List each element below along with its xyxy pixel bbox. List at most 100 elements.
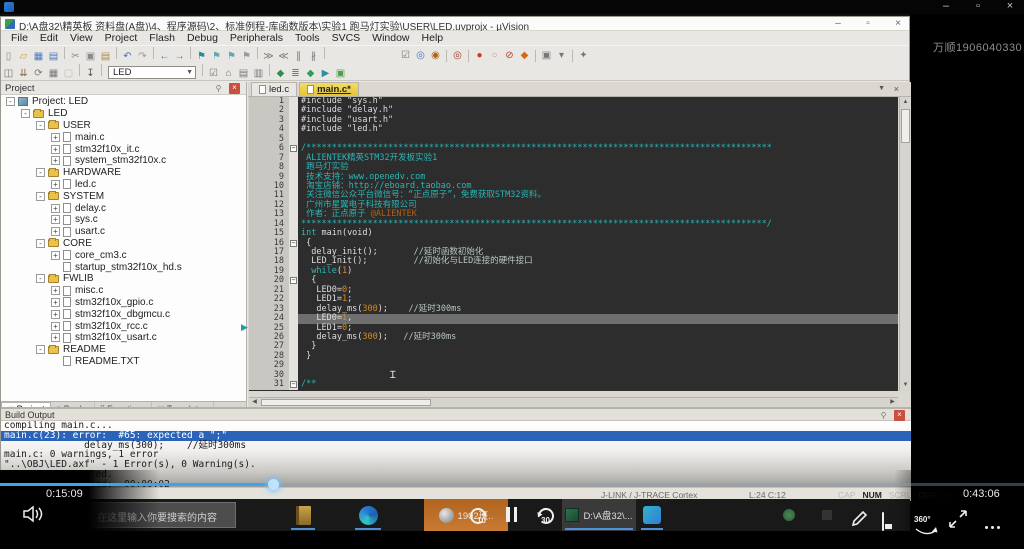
rotate-360-button[interactable]: 360° [914,509,938,536]
tree-item-stm32f10x-gpio-c[interactable]: +stm32f10x_gpio.c [1,297,246,309]
tree-item-hardware[interactable]: -HARDWARE [1,167,246,179]
save-icon[interactable]: ▦ [31,49,46,64]
editor-tab-main.c[interactable]: main.c* [299,82,359,96]
editor-horizontal-scrollbar[interactable]: ◀ ▶ [249,397,898,406]
configure-icon[interactable]: ✦ [576,48,591,63]
tree-expander[interactable]: + [51,333,60,342]
scrollbar-thumb[interactable] [261,399,431,406]
stop-build-icon[interactable]: ▢ [61,66,76,81]
fold-margin[interactable]: − [289,380,298,389]
tree-expander[interactable]: + [51,251,60,260]
bookmark-prev-icon[interactable]: ⚑ [209,49,224,64]
batch-build-icon[interactable]: ▦ [46,66,61,81]
menu-window[interactable]: Window [366,32,415,44]
uncomment-icon[interactable]: ∦ [306,49,321,64]
bookmark-next-icon[interactable]: ⚑ [224,49,239,64]
build-output-close-button[interactable]: × [894,410,905,421]
scrollbar-thumb[interactable] [901,109,910,143]
tree-item-stm32f10x-dbgmcu-c[interactable]: +stm32f10x_dbgmcu.c [1,308,246,320]
tree-item-project-led[interactable]: -Project: LED [1,96,246,108]
fold-collapse-icon[interactable]: − [290,381,297,388]
menu-help[interactable]: Help [416,32,450,44]
tree-expander[interactable]: + [51,322,60,331]
tree-expander[interactable]: + [51,215,60,224]
file-extensions-icon[interactable]: ▤ [236,66,251,81]
select-software-packs-icon[interactable]: ◆ [273,66,288,81]
breakpoint-icon[interactable]: ● [472,48,487,63]
tree-item-system[interactable]: -SYSTEM [1,190,246,202]
tree-expander[interactable]: + [51,286,60,295]
taskbar-item-qq-group[interactable]: 1902班.. [424,499,508,531]
fold-margin[interactable]: − [289,144,298,153]
bookmark-clear-icon[interactable]: ⚑ [239,49,254,64]
comment-icon[interactable]: ∥ [291,49,306,64]
spell-check-icon[interactable]: ☑ [398,48,413,63]
forward-30-button[interactable]: 30 [534,506,556,531]
tree-item-stm32f10x-it-c[interactable]: +stm32f10x_it.c [1,143,246,155]
editor-tab-led.c[interactable]: led.c [251,82,297,96]
rewind-10-button[interactable]: 10 [468,506,490,531]
tree-expander[interactable]: + [51,227,60,236]
pause-button[interactable] [506,507,517,522]
tray-defender-icon[interactable] [783,509,795,521]
find-icon[interactable]: ◎ [413,48,428,63]
seek-bar[interactable] [0,483,1024,486]
menu-svcs[interactable]: SVCS [326,32,367,44]
cut-icon[interactable]: ✂ [68,49,83,64]
taskbar-item-keil[interactable]: D:\A盘32\... [562,499,636,531]
fold-margin[interactable]: − [289,239,298,248]
translate-icon[interactable]: ◫ [1,66,16,81]
tree-expander[interactable]: + [51,298,60,307]
tree-item-usart-c[interactable]: +usart.c [1,226,246,238]
fold-collapse-icon[interactable]: − [290,240,297,247]
tree-item-stm32f10x-rcc-c[interactable]: +stm32f10x_rcc.c [1,320,246,332]
tree-item-stm32f10x-usart-c[interactable]: +stm32f10x_usart.c [1,332,246,344]
search-icon[interactable]: ◎ [450,48,465,63]
manage-project-items-icon[interactable]: ▥ [251,66,266,81]
build-icon[interactable]: ⇊ [16,66,31,81]
tree-item-main-c[interactable]: +main.c [1,131,246,143]
fold-margin[interactable]: − [289,276,298,285]
breakpoint-kill-icon[interactable]: ⊘ [502,48,517,63]
tab-close-button[interactable]: × [894,84,899,94]
tree-expander[interactable]: - [36,121,45,130]
manage-run-time-environment-icon[interactable]: ≣ [288,66,303,81]
pin-icon[interactable]: ⚲ [213,83,224,94]
menu-peripherals[interactable]: Peripherals [224,32,289,44]
tree-item-misc-c[interactable]: +misc.c [1,285,246,297]
fold-collapse-icon[interactable]: − [290,277,297,284]
tree-item-startup-stm32f10x-hd-s[interactable]: startup_stm32f10x_hd.s [1,261,246,273]
uvision-close-button[interactable]: × [887,18,909,30]
window-dropdown-icon[interactable]: ▾ [554,48,569,63]
bookmark-toggle-icon[interactable]: ⚑ [194,49,209,64]
tree-item-core[interactable]: -CORE [1,238,246,250]
open-file-icon[interactable]: ▱ [16,49,31,64]
pack-installer-icon[interactable]: ◆ [303,66,318,81]
tab-list-dropdown[interactable]: ▼ [878,85,885,92]
paste-icon[interactable]: ▤ [98,49,113,64]
tree-item-user[interactable]: -USER [1,120,246,132]
tree-item-core-cm3-c[interactable]: +core_cm3.c [1,249,246,261]
navigate-back-icon[interactable]: ← [157,49,172,64]
player-close-button[interactable]: × [998,0,1022,14]
fold-collapse-icon[interactable]: − [290,145,297,152]
splitter-collapse-icon[interactable]: ▶ [241,322,248,333]
tree-expander[interactable]: - [36,192,45,201]
tree-expander[interactable]: - [36,239,45,248]
fullscreen-button[interactable] [948,509,968,534]
uvision-maximize-button[interactable]: ▫ [857,18,879,30]
menu-debug[interactable]: Debug [181,32,224,44]
taskbar-item-book[interactable] [288,499,318,531]
books-window-icon[interactable]: ▶ [318,66,333,81]
scroll-up-icon[interactable]: ▲ [900,97,911,108]
player-minimize-button[interactable]: – [934,0,958,14]
tree-item-readme[interactable]: -README [1,344,246,356]
scroll-right-icon[interactable]: ▶ [887,398,898,407]
menu-tools[interactable]: Tools [289,32,326,44]
current-project-window-icon[interactable]: ▣ [539,48,554,63]
annotate-pen-button[interactable] [849,509,869,534]
taskbar-item-photos[interactable] [638,499,666,531]
tree-expander[interactable]: + [51,310,60,319]
options-for-target-icon[interactable]: ⌂ [221,66,236,81]
editor-vertical-scrollbar[interactable]: ▲ ▼ [899,97,910,391]
